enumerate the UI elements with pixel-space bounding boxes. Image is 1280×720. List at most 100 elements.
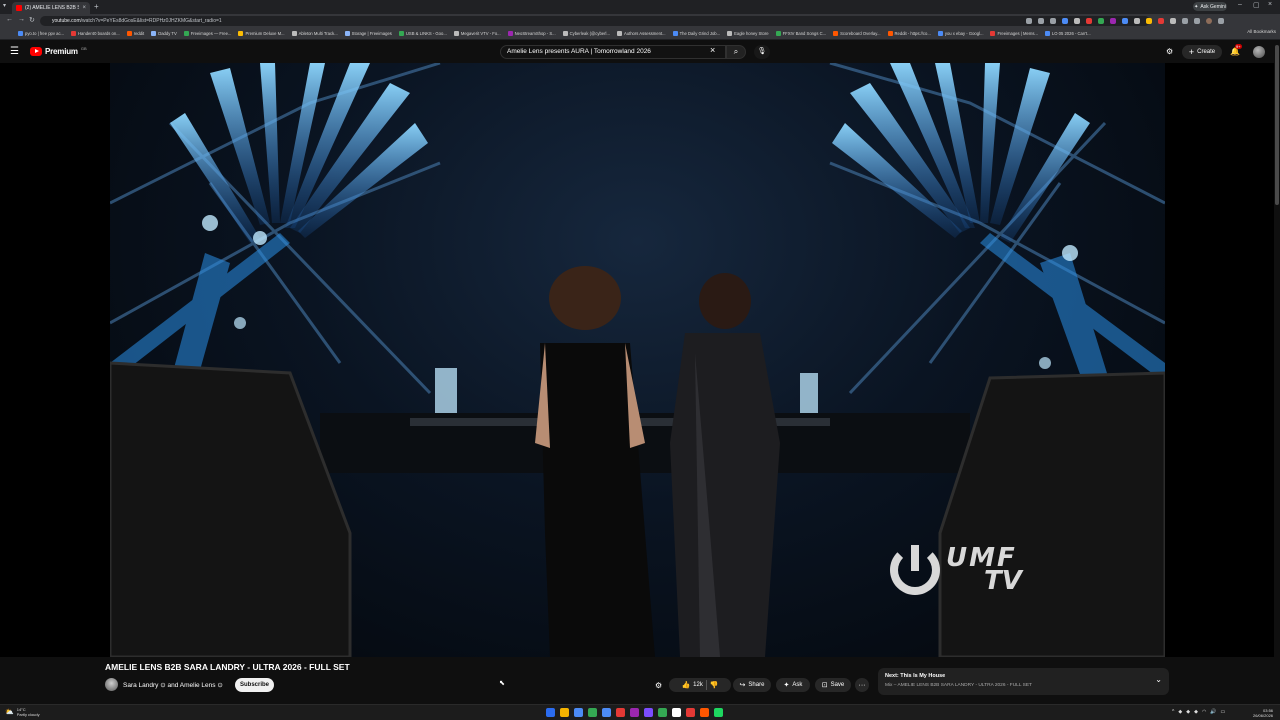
bookmark-item[interactable]: NeoStreamShop - S... <box>507 31 556 36</box>
taskbar-app-icon[interactable] <box>714 708 723 717</box>
extension-action-icon[interactable]: ⚙ <box>655 681 662 690</box>
bookmark-star-icon[interactable] <box>1050 18 1056 24</box>
notifications-bell-icon[interactable]: 🔔 9+ <box>1230 44 1242 56</box>
subscribe-button[interactable]: Subscribe <box>235 678 274 692</box>
bookmark-item[interactable]: Reddit - https://co... <box>887 31 931 36</box>
extension-icon[interactable] <box>1122 18 1128 24</box>
taskbar-app-icon[interactable] <box>700 708 709 717</box>
like-count[interactable]: 12k <box>693 682 703 688</box>
extension-icon[interactable] <box>1062 18 1068 24</box>
wifi-icon[interactable]: ◠ <box>1202 709 1206 715</box>
reload-icon[interactable]: ↻ <box>29 16 35 24</box>
zoom-icon[interactable] <box>1026 18 1032 24</box>
hamburger-menu-icon[interactable]: ☰ <box>10 46 19 57</box>
extension-icon[interactable] <box>1098 18 1104 24</box>
menu-kebab-icon[interactable] <box>1218 18 1224 24</box>
back-icon[interactable]: ← <box>6 16 13 23</box>
bookmark-item[interactable]: Ableton Multi Track... <box>291 31 338 36</box>
voice-search-button[interactable]: 🎙 <box>754 45 770 59</box>
profile-avatar[interactable] <box>1206 18 1212 24</box>
ask-gemini-button[interactable]: ✦ Ask Gemini <box>1193 2 1227 11</box>
youtube-premium-logo[interactable]: Premium GB <box>30 46 87 56</box>
chevron-down-icon[interactable]: ⌄ <box>1155 675 1162 684</box>
page-scrollbar[interactable] <box>1274 41 1280 701</box>
extension-gear-icon[interactable]: ⚙ <box>1166 47 1173 56</box>
puzzle-icon[interactable] <box>1182 18 1188 24</box>
bookmark-item[interactable]: Scoreboard Overlay... <box>833 31 881 36</box>
new-tab-button[interactable]: + <box>94 2 99 11</box>
taskbar-app-icon[interactable] <box>630 708 639 717</box>
video-player[interactable]: UMF TV <box>0 63 1274 657</box>
bookmark-item[interactable]: reddit <box>126 31 144 36</box>
extension-icon[interactable] <box>1170 18 1176 24</box>
minimize-icon[interactable]: – <box>1238 1 1242 8</box>
forward-icon[interactable]: → <box>18 16 25 23</box>
bookmark-item[interactable]: you x ebay - Googl... <box>937 31 983 36</box>
bookmark-item[interactable]: Megaverit VTV - Fo... <box>453 31 501 36</box>
bookmark-item[interactable]: Freeimages | Mems... <box>990 31 1038 36</box>
all-bookmarks-button[interactable]: All Bookmarks <box>1247 29 1276 34</box>
account-avatar[interactable] <box>1253 46 1265 58</box>
taskbar-app-icon[interactable] <box>588 708 597 717</box>
channel-name[interactable]: Sara Landry ⊙ and Amelie Lens ⊙ <box>123 681 223 689</box>
taskbar-app-icon[interactable] <box>546 708 555 717</box>
bookmark-item[interactable]: Hander40 boards on... <box>71 31 120 36</box>
cast-icon[interactable] <box>1038 18 1044 24</box>
extension-icon[interactable] <box>1110 18 1116 24</box>
channel-avatar[interactable] <box>105 678 118 691</box>
taskbar-app-icon[interactable] <box>560 708 569 717</box>
thumbs-down-icon[interactable]: 👎 <box>710 681 719 689</box>
taskbar-app-icon[interactable] <box>672 708 681 717</box>
tray-app-icon[interactable]: ◆ <box>1194 709 1198 715</box>
tray-app-icon[interactable]: ◆ <box>1178 709 1182 715</box>
thumbs-up-icon[interactable]: 👍 <box>681 681 690 689</box>
downloads-icon[interactable] <box>1194 18 1200 24</box>
tab-close-icon[interactable]: × <box>82 5 86 11</box>
extension-icon[interactable] <box>1074 18 1080 24</box>
taskbar-app-icon[interactable] <box>658 708 667 717</box>
bookmark-item[interactable]: Storage | Freeimages <box>344 31 392 36</box>
bookmark-item[interactable]: LO 05 2026 - Can't... <box>1044 31 1091 36</box>
share-button[interactable]: ↪ Share <box>733 678 771 692</box>
taskbar-app-icon[interactable] <box>602 708 611 717</box>
search-input[interactable]: Amelie Lens presents AURA | Tomorrowland… <box>500 45 726 59</box>
taskbar-app-icon[interactable] <box>616 708 625 717</box>
battery-icon[interactable]: ▭ <box>1221 709 1226 715</box>
browser-tab-youtube[interactable]: (2) AMELIE LENS B2B SARA... × <box>12 2 90 14</box>
bookmark-item[interactable]: Authors Assessment... <box>616 31 666 36</box>
weather-widget[interactable]: ⛅ 14°C Partly cloudy <box>5 707 40 717</box>
bookmark-item[interactable]: USB & LINKS - Goo... <box>398 31 447 36</box>
ask-button[interactable]: ✦ Ask <box>776 678 810 692</box>
save-button[interactable]: ⊡ Save <box>815 678 851 692</box>
bookmark-item[interactable]: pyo.to | free ppv ac... <box>18 31 64 36</box>
bookmark-item[interactable]: Daddy TV <box>151 31 177 36</box>
create-button[interactable]: + Create <box>1182 45 1222 59</box>
taskbar-app-icon[interactable] <box>686 708 695 717</box>
bookmark-item[interactable]: The Daily Grind Job... <box>672 31 720 36</box>
address-bar[interactable]: youtube.com/watch?v=PeYEs8dGosE&list=RDP… <box>40 16 1150 26</box>
window-close-icon[interactable]: × <box>1268 1 1272 8</box>
up-next-card[interactable]: Next: This Is My House Mix – AMELIE LENS… <box>878 668 1169 695</box>
bookmark-item[interactable]: FFXIV Band Songs C... <box>775 31 826 36</box>
taskbar-clock[interactable]: 03:56 26/06/2026 <box>1253 708 1273 718</box>
speaker-icon[interactable]: 🔊 <box>1210 709 1216 715</box>
bookmark-item[interactable]: Freeimages — Free... <box>183 31 231 36</box>
video-frame[interactable]: UMF TV <box>110 63 1165 657</box>
bookmark-item[interactable]: Eagle honey Store <box>727 31 769 36</box>
extension-icon[interactable] <box>1158 18 1164 24</box>
taskbar-app-icon[interactable] <box>574 708 583 717</box>
extension-icon[interactable] <box>1134 18 1140 24</box>
taskbar-app-icon[interactable] <box>644 708 653 717</box>
bookmark-item[interactable]: Premium Deluxe M... <box>238 31 285 36</box>
tab-search-icon[interactable]: ▾ <box>3 2 6 9</box>
channel-info[interactable]: Sara Landry ⊙ and Amelie Lens ⊙ <box>105 678 223 691</box>
scrollbar-thumb[interactable] <box>1275 45 1279 205</box>
tray-app-icon[interactable]: ◆ <box>1186 709 1190 715</box>
bookmark-item[interactable]: Cyberleak (@cyberl... <box>562 31 610 36</box>
clear-search-icon[interactable]: × <box>710 45 715 55</box>
more-actions-button[interactable]: ··· <box>855 678 869 692</box>
maximize-icon[interactable]: ▢ <box>1253 1 1260 9</box>
extension-icon[interactable] <box>1086 18 1092 24</box>
extension-icon[interactable] <box>1146 18 1152 24</box>
search-button[interactable]: ⌕ <box>726 45 746 59</box>
